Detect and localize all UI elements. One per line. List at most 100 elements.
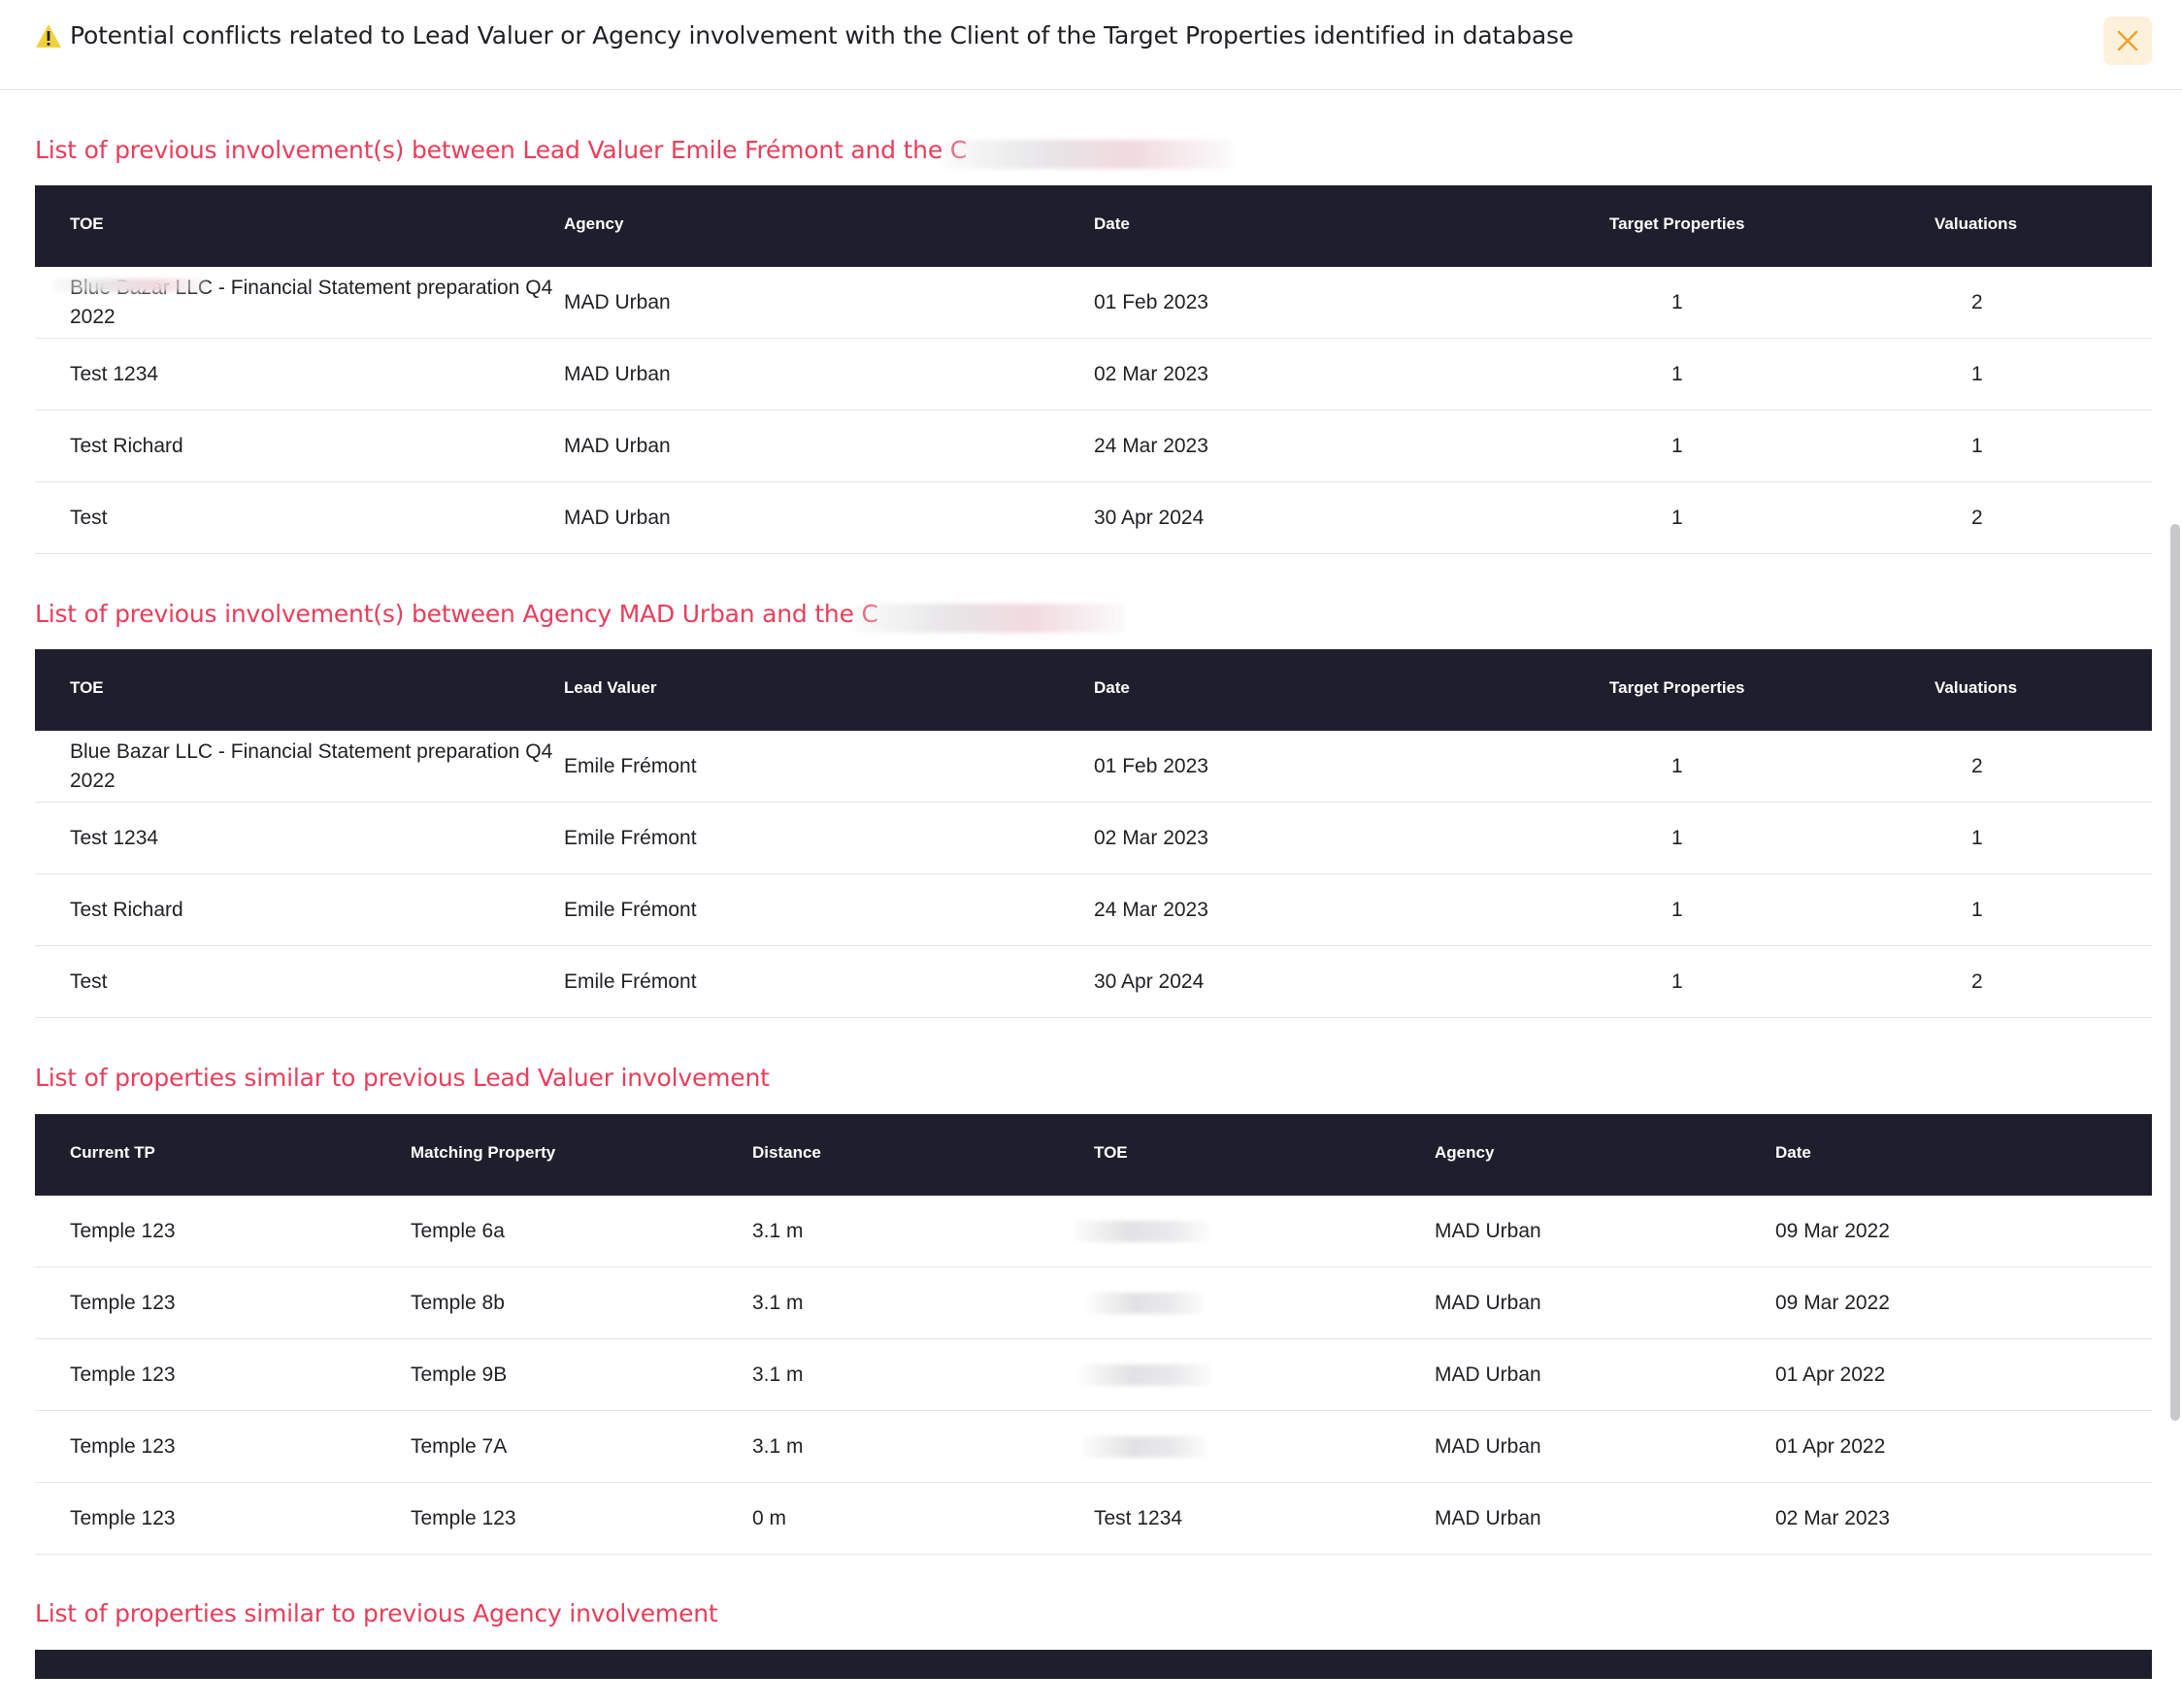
- target-properties-cell: 1: [1671, 290, 1683, 313]
- section-title-similar-valuer: List of properties similar to previous L…: [35, 1064, 770, 1092]
- valuations-cell: 2: [1971, 969, 1983, 993]
- agency-cell: MAD Urban: [564, 362, 671, 385]
- table-row[interactable]: Test Emile Frémont 30 Apr 2024 1 2: [35, 946, 2152, 1018]
- valuations-cell: 1: [1971, 434, 1983, 457]
- redacted-client-name: [854, 604, 1124, 633]
- target-properties-cell: 1: [1671, 898, 1683, 921]
- valuations-cell: 2: [1971, 754, 1983, 777]
- date-cell: 01 Feb 2023: [1094, 290, 1208, 313]
- date-cell: 09 Mar 2022: [1775, 1291, 1890, 1314]
- section-title-agency-involvement: List of previous involvement(s) between …: [35, 600, 878, 628]
- toe-cell: Test Richard: [70, 434, 183, 457]
- warning-icon: [36, 24, 61, 48]
- current-tp-cell: Temple 123: [70, 1506, 176, 1529]
- date-cell: 30 Apr 2024: [1094, 969, 1205, 993]
- table-row[interactable]: Test Richard MAD Urban 24 Mar 2023 1 1: [35, 411, 2152, 482]
- distance-cell: 3.1 m: [752, 1219, 804, 1242]
- date-cell: 02 Mar 2023: [1094, 362, 1208, 385]
- date-cell: 01 Apr 2022: [1775, 1434, 1886, 1458]
- dialog-title: Potential conflicts related to Lead Valu…: [70, 21, 1574, 49]
- valuations-cell: 1: [1971, 362, 1983, 385]
- table-row[interactable]: Test 1234 Emile Frémont 02 Mar 2023 1 1: [35, 803, 2152, 874]
- column-header-toe[interactable]: TOE: [70, 214, 104, 234]
- agency-cell: MAD Urban: [564, 290, 671, 313]
- table-row[interactable]: Test MAD Urban 30 Apr 2024 1 2: [35, 482, 2152, 554]
- matching-property-cell: Temple 9B: [411, 1363, 508, 1386]
- distance-cell: 3.1 m: [752, 1291, 804, 1314]
- matching-property-cell: Temple 123: [411, 1506, 516, 1529]
- target-properties-cell: 1: [1671, 826, 1683, 849]
- agency-cell: MAD Urban: [564, 434, 671, 457]
- date-cell: 09 Mar 2022: [1775, 1219, 1890, 1242]
- section-title-similar-agency: List of properties similar to previous A…: [35, 1599, 718, 1627]
- current-tp-cell: Temple 123: [70, 1434, 176, 1458]
- table-row[interactable]: Blue Bazar LLC - Financial Statement pre…: [35, 267, 2152, 339]
- agency-cell: MAD Urban: [1435, 1291, 1541, 1314]
- matching-property-cell: Temple 6a: [411, 1219, 505, 1242]
- redacted-client-name: [52, 279, 208, 292]
- target-properties-cell: 1: [1671, 362, 1683, 385]
- column-header-matching-property[interactable]: Matching Property: [411, 1143, 555, 1163]
- column-header-lead-valuer[interactable]: Lead Valuer: [564, 678, 656, 698]
- lead-valuer-cell: Emile Frémont: [564, 754, 697, 777]
- column-header-distance[interactable]: Distance: [752, 1143, 821, 1163]
- lead-valuer-cell: Emile Frémont: [564, 969, 697, 993]
- dialog-header: Potential conflicts related to Lead Valu…: [0, 0, 2182, 90]
- table-row[interactable]: Blue Bazar LLC - Financial Statement pre…: [35, 731, 2152, 803]
- agency-cell: MAD Urban: [1435, 1363, 1541, 1386]
- column-header-current-tp[interactable]: Current TP: [70, 1143, 155, 1163]
- agency-cell: MAD Urban: [1435, 1219, 1541, 1242]
- table-row[interactable]: Test 1234 MAD Urban 02 Mar 2023 1 1: [35, 339, 2152, 411]
- column-header-toe[interactable]: TOE: [70, 678, 104, 698]
- valuations-cell: 1: [1971, 826, 1983, 849]
- lead-valuer-cell: Emile Frémont: [564, 898, 697, 921]
- table-row[interactable]: Temple 123 Temple 6a 3.1 m MAD Urban 09 …: [35, 1196, 2152, 1267]
- lead-valuer-cell: Emile Frémont: [564, 826, 697, 849]
- column-header-date[interactable]: Date: [1094, 214, 1130, 234]
- scrollbar-thumb[interactable]: [2170, 524, 2180, 1421]
- table-row[interactable]: Temple 123 Temple 9B 3.1 m MAD Urban 01 …: [35, 1339, 2152, 1411]
- column-header-agency[interactable]: Agency: [1435, 1143, 1494, 1163]
- date-cell: 01 Apr 2022: [1775, 1363, 1886, 1386]
- table-row[interactable]: Temple 123 Temple 7A 3.1 m MAD Urban 01 …: [35, 1411, 2152, 1483]
- redacted-client-name: [942, 140, 1232, 169]
- target-properties-cell: 1: [1671, 969, 1683, 993]
- column-header-toe[interactable]: TOE: [1094, 1143, 1128, 1163]
- toe-cell: Test 1234: [1094, 1506, 1183, 1529]
- current-tp-cell: Temple 123: [70, 1291, 176, 1314]
- current-tp-cell: Temple 123: [70, 1219, 176, 1242]
- current-tp-cell: Temple 123: [70, 1363, 176, 1386]
- toe-cell-redacted: [1083, 1411, 1207, 1482]
- column-header-date[interactable]: Date: [1094, 678, 1130, 698]
- table-header: TOE Agency Date Target Properties Valuat…: [35, 185, 2152, 267]
- close-icon: [2117, 30, 2138, 51]
- dialog-content[interactable]: List of previous involvement(s) between …: [0, 91, 2182, 1679]
- column-header-target-properties[interactable]: Target Properties: [1609, 678, 1745, 698]
- valuations-cell: 2: [1971, 290, 1983, 313]
- toe-cell: Test: [70, 969, 108, 993]
- valuations-cell: 1: [1971, 898, 1983, 921]
- column-header-agency[interactable]: Agency: [564, 214, 623, 234]
- column-header-date[interactable]: Date: [1775, 1143, 1811, 1163]
- toe-cell-redacted: [1079, 1339, 1211, 1410]
- column-header-valuations[interactable]: Valuations: [1934, 214, 2017, 234]
- toe-line-2: 2022: [70, 769, 116, 792]
- distance-cell: 0 m: [752, 1506, 787, 1529]
- table-row[interactable]: Temple 123 Temple 8b 3.1 m MAD Urban 09 …: [35, 1267, 2152, 1339]
- matching-property-cell: Temple 8b: [411, 1291, 505, 1314]
- toe-line-2: 2022: [70, 305, 116, 328]
- column-header-valuations[interactable]: Valuations: [1934, 678, 2017, 698]
- toe-cell: Blue Bazar LLC - Financial Statement pre…: [70, 731, 565, 802]
- column-header-target-properties[interactable]: Target Properties: [1609, 214, 1745, 234]
- table-header: TOE Lead Valuer Date Target Properties V…: [35, 649, 2152, 731]
- distance-cell: 3.1 m: [752, 1434, 804, 1458]
- target-properties-cell: 1: [1671, 754, 1683, 777]
- date-cell: 24 Mar 2023: [1094, 434, 1208, 457]
- table-row[interactable]: Test Richard Emile Frémont 24 Mar 2023 1…: [35, 874, 2152, 946]
- table-row[interactable]: Temple 123 Temple 123 0 m Test 1234 MAD …: [35, 1483, 2152, 1555]
- matching-property-cell: Temple 7A: [411, 1434, 508, 1458]
- table-header: Current TP Matching Property Distance TO…: [35, 1114, 2152, 1196]
- date-cell: 24 Mar 2023: [1094, 898, 1208, 921]
- close-button[interactable]: [2103, 16, 2152, 65]
- agency-cell: MAD Urban: [1435, 1506, 1541, 1529]
